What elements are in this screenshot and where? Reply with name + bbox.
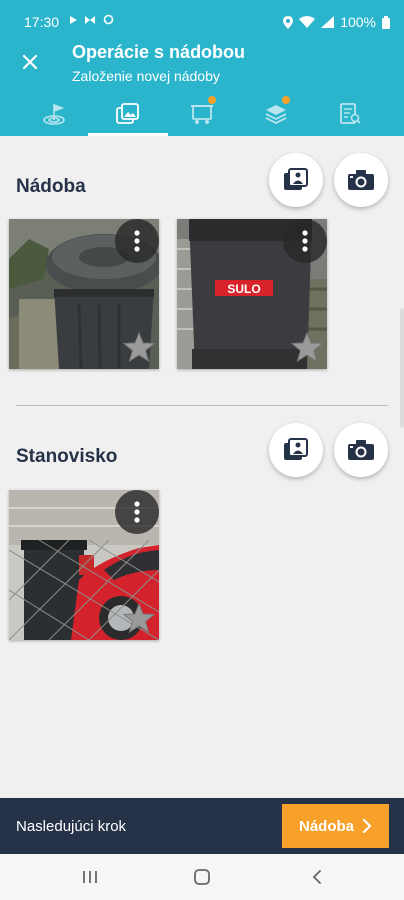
section-title: Nádoba: [16, 176, 86, 197]
close-button[interactable]: [16, 48, 44, 76]
more-vertical-icon: [134, 501, 140, 523]
photo-menu-button[interactable]: [115, 219, 159, 263]
close-icon: [22, 54, 38, 70]
document-search-icon: [340, 103, 361, 124]
back-icon: [312, 870, 321, 884]
home-button[interactable]: [187, 864, 217, 890]
next-step-label: Nasledujúci krok: [16, 818, 127, 835]
gallery-button[interactable]: [269, 423, 323, 477]
status-system-icons: 100%: [283, 14, 390, 30]
photo-menu-button[interactable]: [115, 490, 159, 534]
section-divider: [16, 405, 388, 406]
camera-icon: [348, 170, 374, 190]
tab-photos[interactable]: [88, 92, 168, 136]
next-step-button[interactable]: Nádoba: [282, 804, 389, 848]
page-subtitle: Založenie novej nádoby: [72, 68, 220, 84]
camera-button[interactable]: [334, 423, 388, 477]
status-bar: 17:30 100%: [0, 0, 404, 44]
page-title: Operácie s nádobou: [72, 42, 246, 62]
next-step-button-label: Nádoba: [298, 817, 354, 835]
star-icon: [122, 602, 156, 634]
favorite-star-button[interactable]: [122, 602, 156, 638]
photo-thumbnail[interactable]: [9, 219, 159, 369]
gallery-button[interactable]: [269, 153, 323, 207]
favorite-star-button[interactable]: [122, 331, 156, 367]
recent-apps-button[interactable]: [75, 864, 105, 890]
bottom-bar: Nasledujúci krok Nádoba: [0, 798, 404, 854]
circle-icon: [103, 14, 113, 25]
app-bar: Operácie s nádobou Založenie novej nádob…: [0, 42, 404, 92]
gallery-icon: [284, 168, 308, 190]
play-icon: [70, 16, 77, 24]
sulo-label: SULO: [227, 282, 260, 296]
scroll-indicator: [400, 308, 404, 428]
tab-badge: [282, 96, 290, 104]
tab-layers[interactable]: [236, 92, 316, 136]
photo-thumbnail[interactable]: [9, 490, 159, 640]
tab-badge: [208, 96, 216, 104]
star-icon: [290, 331, 324, 363]
home-icon: [194, 869, 210, 885]
photo-menu-button[interactable]: [283, 219, 327, 263]
tab-document[interactable]: [310, 92, 390, 136]
chevron-right-icon: [362, 818, 372, 834]
more-vertical-icon: [134, 230, 140, 252]
container-icon: [191, 105, 213, 124]
wifi-icon: [299, 16, 316, 28]
layers-icon: [265, 105, 287, 125]
star-icon: [122, 331, 156, 363]
status-notification-icons: [68, 14, 114, 28]
status-time: 17:30: [24, 14, 60, 30]
tab-location[interactable]: [14, 92, 94, 136]
gallery-icon: [284, 438, 308, 460]
photos-icon: [116, 103, 139, 124]
more-vertical-icon: [302, 230, 308, 252]
battery-text: 100%: [340, 14, 376, 30]
tab-container[interactable]: [162, 92, 242, 136]
location-flag-icon: [43, 103, 65, 125]
back-button[interactable]: [302, 864, 332, 890]
signal-icon: [321, 16, 335, 28]
recent-apps-icon: [83, 871, 97, 883]
favorite-star-button[interactable]: [290, 331, 324, 367]
section-title: Stanovisko: [16, 446, 118, 467]
camera-icon: [348, 440, 374, 460]
tab-bar: [0, 92, 404, 136]
system-navigation-bar: [0, 854, 404, 900]
camera-button[interactable]: [334, 153, 388, 207]
photo-thumbnail[interactable]: SULO: [177, 219, 327, 369]
main-content: Nádoba SULO Stanovisko: [0, 136, 404, 798]
battery-icon: [382, 15, 390, 29]
location-icon: [283, 15, 294, 29]
sync-icon: [85, 16, 96, 24]
